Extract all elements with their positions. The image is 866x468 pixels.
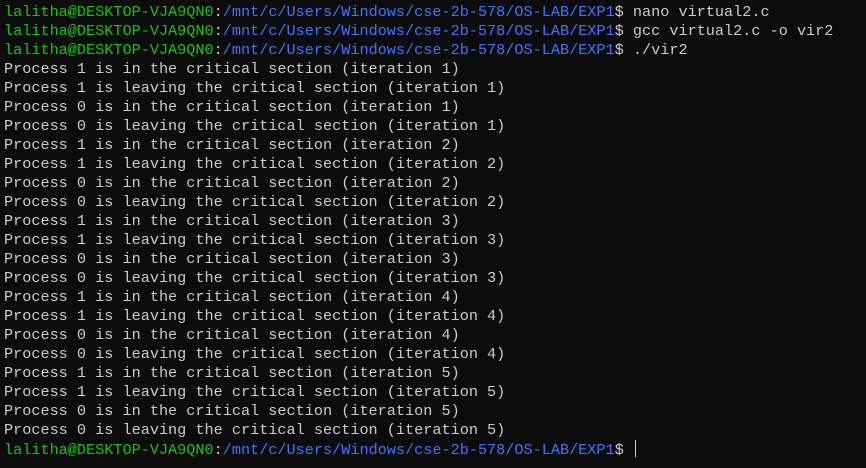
prompt-line: lalitha@DESKTOP-VJA9QN0:/mnt/c/Users/Win…	[4, 22, 833, 41]
prompt-line: lalitha@DESKTOP-VJA9QN0:/mnt/c/Users/Win…	[4, 3, 833, 22]
prompt-user: lalitha@DESKTOP-VJA9QN0	[4, 3, 214, 21]
prompt-user: lalitha@DESKTOP-VJA9QN0	[4, 441, 214, 459]
prompt-separator: :	[213, 3, 223, 21]
prompt-separator: :	[213, 22, 223, 40]
text-cursor	[634, 440, 636, 457]
prompt-line: lalitha@DESKTOP-VJA9QN0:/mnt/c/Users/Win…	[4, 41, 833, 60]
prompt-path: /mnt/c/Users/Windows/cse-2b-578/OS-LAB/E…	[222, 22, 615, 40]
prompt-line: lalitha@DESKTOP-VJA9QN0:/mnt/c/Users/Win…	[4, 440, 833, 459]
output-line: Process 1 is leaving the critical sectio…	[4, 307, 506, 325]
output-line: Process 0 is leaving the critical sectio…	[4, 269, 506, 287]
output-line: Process 0 is in the critical section (it…	[4, 174, 460, 192]
output-line: Process 1 is in the critical section (it…	[4, 60, 460, 78]
output-line: Process 0 is in the critical section (it…	[4, 402, 460, 420]
output-line: Process 0 is in the critical section (it…	[4, 326, 460, 344]
output-line: Process 0 is in the critical section (it…	[4, 250, 460, 268]
command-text: gcc virtual2.c -o vir2	[632, 22, 834, 40]
output-line: Process 1 is in the critical section (it…	[4, 136, 460, 154]
prompt-path: /mnt/c/Users/Windows/cse-2b-578/OS-LAB/E…	[222, 41, 615, 59]
output-line: Process 1 is in the critical section (it…	[4, 364, 460, 382]
output-line: Process 1 is leaving the critical sectio…	[4, 383, 506, 401]
output-line: Process 0 is leaving the critical sectio…	[4, 117, 506, 135]
output-line: Process 1 is in the critical section (it…	[4, 212, 460, 230]
prompt-path: /mnt/c/Users/Windows/cse-2b-578/OS-LAB/E…	[222, 3, 615, 21]
output-line: Process 1 is leaving the critical sectio…	[4, 79, 506, 97]
output-line: Process 1 is leaving the critical sectio…	[4, 231, 506, 249]
prompt-path: /mnt/c/Users/Windows/cse-2b-578/OS-LAB/E…	[222, 441, 615, 459]
prompt-symbol: $	[614, 3, 633, 21]
prompt-symbol: $	[614, 22, 633, 40]
prompt-user: lalitha@DESKTOP-VJA9QN0	[4, 41, 214, 59]
prompt-symbol: $	[614, 441, 633, 459]
terminal-output[interactable]: lalitha@DESKTOP-VJA9QN0:/mnt/c/Users/Win…	[4, 3, 833, 459]
prompt-user: lalitha@DESKTOP-VJA9QN0	[4, 22, 214, 40]
output-line: Process 1 is leaving the critical sectio…	[4, 155, 506, 173]
prompt-separator: :	[213, 41, 223, 59]
prompt-separator: :	[213, 441, 223, 459]
output-line: Process 0 is leaving the critical sectio…	[4, 345, 506, 363]
output-line: Process 0 is in the critical section (it…	[4, 98, 460, 116]
command-text: nano virtual2.c	[632, 3, 770, 21]
output-line: Process 0 is leaving the critical sectio…	[4, 193, 506, 211]
output-line: Process 1 is in the critical section (it…	[4, 288, 460, 306]
command-text: ./vir2	[632, 41, 688, 59]
output-line: Process 0 is leaving the critical sectio…	[4, 421, 506, 439]
prompt-symbol: $	[614, 41, 633, 59]
